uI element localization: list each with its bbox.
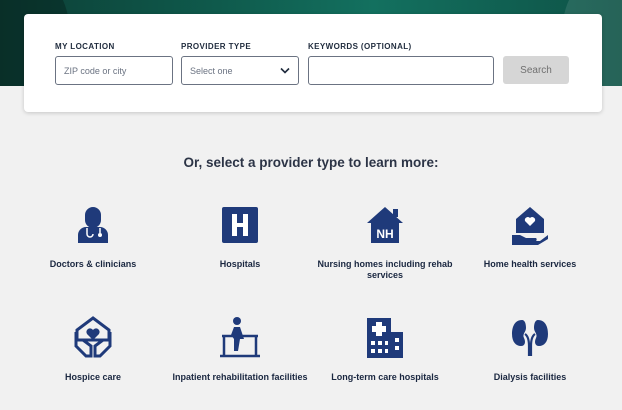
provider-label: Nursing homes including rehab services [317, 259, 453, 280]
provider-tile-dialysis[interactable]: Dialysis facilities [455, 316, 605, 383]
provider-tile-doctors[interactable]: Doctors & clinicians [18, 205, 168, 270]
provider-type-select[interactable]: Select one [181, 56, 299, 85]
provider-label: Inpatient rehabilitation facilities [172, 372, 308, 382]
provider-tile-home-health[interactable]: Home health services [455, 205, 605, 270]
kidneys-icon [512, 320, 548, 356]
hospice-icon [74, 316, 112, 358]
provider-tile-hospice[interactable]: Hospice care [18, 316, 168, 383]
home-health-icon [512, 207, 548, 245]
long-term-care-icon [367, 318, 403, 358]
hospital-h-icon [222, 207, 258, 243]
provider-label: Home health services [483, 259, 577, 269]
provider-type-heading: Or, select a provider type to learn more… [183, 155, 439, 170]
chevron-down-icon [280, 67, 290, 74]
keywords-label: KEYWORDS (OPTIONAL) [308, 42, 412, 51]
provider-label: Hospitals [219, 259, 261, 269]
provider-type-value: Select one [190, 65, 233, 76]
provider-label: Dialysis facilities [493, 372, 567, 382]
svg-text:NH: NH [376, 227, 393, 241]
location-label: MY LOCATION [55, 42, 115, 51]
provider-tile-inpatient-rehab[interactable]: Inpatient rehabilitation facilities [165, 316, 315, 383]
location-input[interactable] [55, 56, 173, 85]
provider-tile-hospitals[interactable]: Hospitals [165, 205, 315, 270]
provider-type-label: PROVIDER TYPE [181, 42, 252, 51]
rehab-icon [220, 317, 260, 358]
nursing-home-icon: NH [367, 207, 403, 243]
provider-label: Hospice care [64, 372, 122, 382]
provider-label: Doctors & clinicians [49, 259, 137, 269]
doctor-icon [78, 207, 108, 243]
provider-label: Long-term care hospitals [331, 372, 439, 382]
search-panel: MY LOCATION PROVIDER TYPE Select one KEY… [24, 14, 602, 112]
search-button[interactable]: Search [503, 56, 569, 84]
keywords-input[interactable] [308, 56, 494, 85]
provider-tile-long-term-care[interactable]: Long-term care hospitals [310, 316, 460, 383]
provider-tile-nursing-homes[interactable]: NH Nursing homes including rehab service… [310, 205, 460, 281]
